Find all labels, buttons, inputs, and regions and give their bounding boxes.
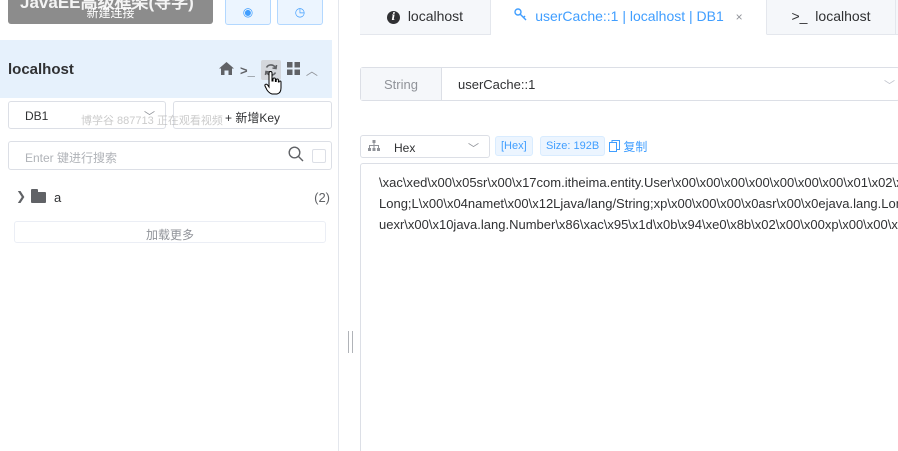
- copy-button[interactable]: 复制: [609, 138, 647, 155]
- tab-user-cache[interactable]: userCache::1 | localhost | DB1 ×: [491, 0, 767, 35]
- grid-icon[interactable]: [286, 62, 300, 78]
- clock-icon: ◷: [294, 5, 306, 19]
- tab-label: userCache::1 | localhost | DB1: [535, 8, 724, 24]
- chevron-down-icon[interactable]: ﹀: [884, 77, 895, 93]
- hand-cursor-icon: [264, 71, 282, 95]
- sitemap-icon: [368, 140, 380, 154]
- format-row: Hex ﹀ [Hex] Size: 192B 复制: [360, 135, 898, 159]
- key-name-input[interactable]: userCache::1: [458, 77, 535, 92]
- record-icon: ◉: [242, 5, 254, 19]
- chevron-down-icon: ﹀: [468, 143, 479, 155]
- connection-title: localhost: [8, 61, 74, 78]
- value-line: uexr\x00\x10java.lang.Number\x86\xac\x95…: [379, 217, 898, 232]
- new-connection-button[interactable]: JavaEE高级框架(导学) 新建连接: [8, 0, 213, 24]
- exact-search-checkbox[interactable]: [312, 149, 326, 163]
- load-more-button[interactable]: 加载更多: [14, 221, 326, 243]
- format-value: Hex: [394, 141, 416, 155]
- new-connection-label: 新建连接: [86, 6, 135, 20]
- key-type-row: String userCache::1 ﹀: [360, 67, 898, 101]
- value-editor[interactable]: \xac\xed\x00\x05sr\x00\x17com.itheima.en…: [360, 163, 898, 451]
- tab-label: localhost: [815, 8, 871, 24]
- format-tag: [Hex]: [495, 136, 533, 156]
- tab-localhost-terminal[interactable]: >_ localhost: [767, 0, 896, 35]
- info-icon: i: [386, 11, 400, 24]
- db-select-value: DB1: [25, 109, 49, 123]
- key-type-label: String: [361, 68, 442, 100]
- value-line: Long;L\x00\x04namet\x00\x12Ljava/lang/St…: [379, 196, 898, 211]
- chevron-right-icon[interactable]: ❯: [16, 189, 26, 203]
- home-icon[interactable]: [219, 62, 234, 78]
- copy-label: 复制: [623, 140, 648, 154]
- tree-folder-row[interactable]: ❯ a (2): [14, 188, 332, 208]
- tab-label: localhost: [407, 8, 464, 24]
- format-select[interactable]: Hex ﹀: [360, 135, 490, 158]
- terminal-icon[interactable]: >_: [240, 63, 255, 78]
- folder-icon: [31, 189, 46, 203]
- value-line: \xac\xed\x00\x05sr\x00\x17com.itheima.en…: [379, 175, 898, 190]
- panel-resizer[interactable]: [348, 331, 353, 353]
- left-sidebar: JavaEE高级框架(导学) 新建连接 ◉ ◷ localhost >_ ︿ D…: [0, 0, 339, 451]
- size-tag: Size: 192B: [540, 136, 606, 156]
- tab-bar: i localhost userCache::1 | localhost | D…: [360, 0, 898, 35]
- connection-header[interactable]: localhost >_ ︿: [0, 40, 332, 98]
- search-placeholder: Enter 键进行搜索: [25, 151, 118, 165]
- search-icon[interactable]: [288, 146, 304, 165]
- history-button[interactable]: ◷: [277, 0, 323, 25]
- status-button[interactable]: ◉: [225, 0, 271, 25]
- tab-localhost-info[interactable]: i localhost: [360, 0, 491, 35]
- folder-count: (2): [314, 190, 330, 205]
- key-icon: [514, 8, 531, 24]
- watermark: 博学谷 887713 正在观看视频: [81, 115, 223, 127]
- app-window: JavaEE高级框架(导学) 新建连接 ◉ ◷ localhost >_ ︿ D…: [0, 0, 898, 451]
- folder-name: a: [54, 190, 62, 205]
- copy-icon: [609, 140, 620, 152]
- search-input[interactable]: Enter 键进行搜索: [8, 141, 332, 170]
- close-icon[interactable]: ×: [736, 10, 743, 24]
- terminal-icon: >_: [791, 8, 808, 24]
- chevron-up-icon[interactable]: ︿: [306, 62, 318, 79]
- top-toolbar: JavaEE高级框架(导学) 新建连接 ◉ ◷: [0, 0, 339, 26]
